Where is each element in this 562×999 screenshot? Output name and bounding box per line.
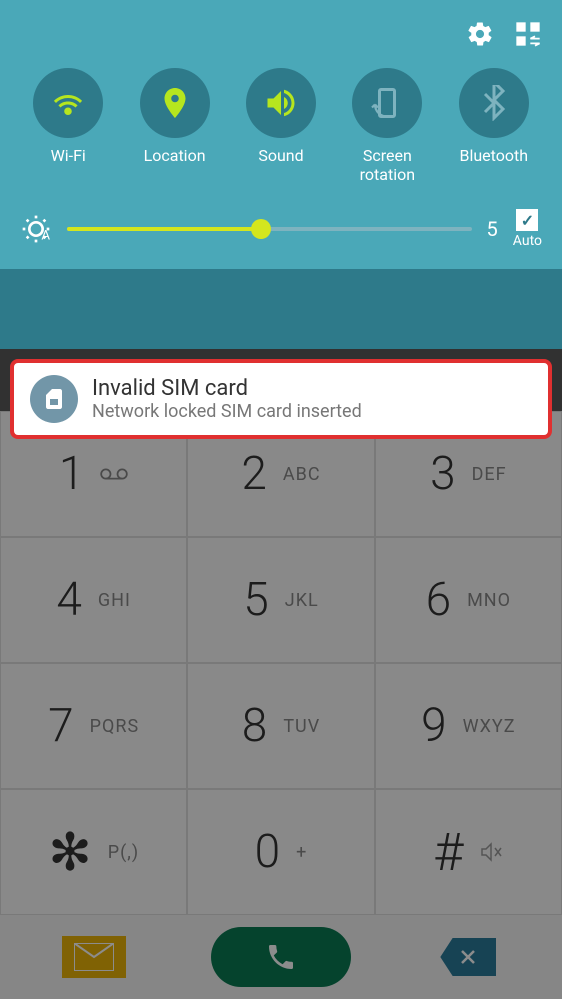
key-7[interactable]: 7 PQRS — [0, 663, 187, 789]
key-9[interactable]: 9 WXYZ — [375, 663, 562, 789]
call-button[interactable] — [211, 927, 351, 987]
dialer-keypad: 1 2 ABC 3 DEF 4 GHI 5 JKL 6 MNO — [0, 411, 562, 915]
location-label: Location — [144, 146, 206, 165]
voicemail-icon — [100, 466, 128, 482]
auto-brightness-icon: A — [20, 213, 52, 245]
key-8[interactable]: 8 TUV — [187, 663, 374, 789]
sound-toggle[interactable]: Sound — [246, 68, 316, 184]
key-6[interactable]: 6 MNO — [375, 537, 562, 663]
wifi-icon — [50, 85, 86, 121]
brightness-value: 5 — [487, 217, 498, 241]
auto-label: Auto — [513, 233, 542, 249]
mute-icon — [479, 840, 503, 864]
key-star[interactable]: ✻ P(,) — [0, 789, 187, 915]
bluetooth-toggle[interactable]: Bluetooth — [459, 68, 529, 184]
bluetooth-label: Bluetooth — [459, 146, 528, 165]
wifi-toggle[interactable]: Wi-Fi — [33, 68, 103, 184]
key-0[interactable]: 0 + — [187, 789, 374, 915]
message-button[interactable] — [62, 936, 126, 978]
location-toggle[interactable]: Location — [140, 68, 210, 184]
settings-icon[interactable] — [466, 20, 494, 48]
sound-icon — [263, 85, 299, 121]
backspace-button[interactable] — [440, 938, 496, 976]
bluetooth-icon — [476, 85, 512, 121]
location-icon — [157, 85, 193, 121]
backspace-x-icon — [459, 948, 477, 966]
rotation-icon — [369, 85, 405, 121]
key-4[interactable]: 4 GHI — [0, 537, 187, 663]
sim-notification[interactable]: Invalid SIM card Network locked SIM card… — [10, 359, 552, 439]
phone-icon — [265, 941, 297, 973]
rotation-toggle[interactable]: Screen rotation — [352, 68, 422, 184]
panel-expand-area[interactable] — [0, 269, 562, 349]
key-5[interactable]: 5 JKL — [187, 537, 374, 663]
auto-brightness-checkbox[interactable]: ✓ Auto — [513, 209, 542, 249]
quick-settings-panel: Wi-Fi Location Sound Screen rotation Blu… — [0, 0, 562, 349]
edit-tiles-icon[interactable] — [514, 20, 542, 48]
dialer-bottom-bar — [0, 915, 562, 999]
wifi-label: Wi-Fi — [51, 146, 86, 165]
sim-card-icon — [42, 387, 66, 411]
brightness-slider[interactable] — [67, 217, 472, 241]
notification-title: Invalid SIM card — [92, 376, 532, 401]
rotation-label: Screen rotation — [360, 146, 415, 184]
envelope-icon — [74, 943, 114, 971]
sound-label: Sound — [258, 146, 303, 165]
svg-text:A: A — [41, 229, 50, 244]
key-hash[interactable]: # — [375, 789, 562, 915]
notification-subtitle: Network locked SIM card inserted — [92, 401, 532, 422]
